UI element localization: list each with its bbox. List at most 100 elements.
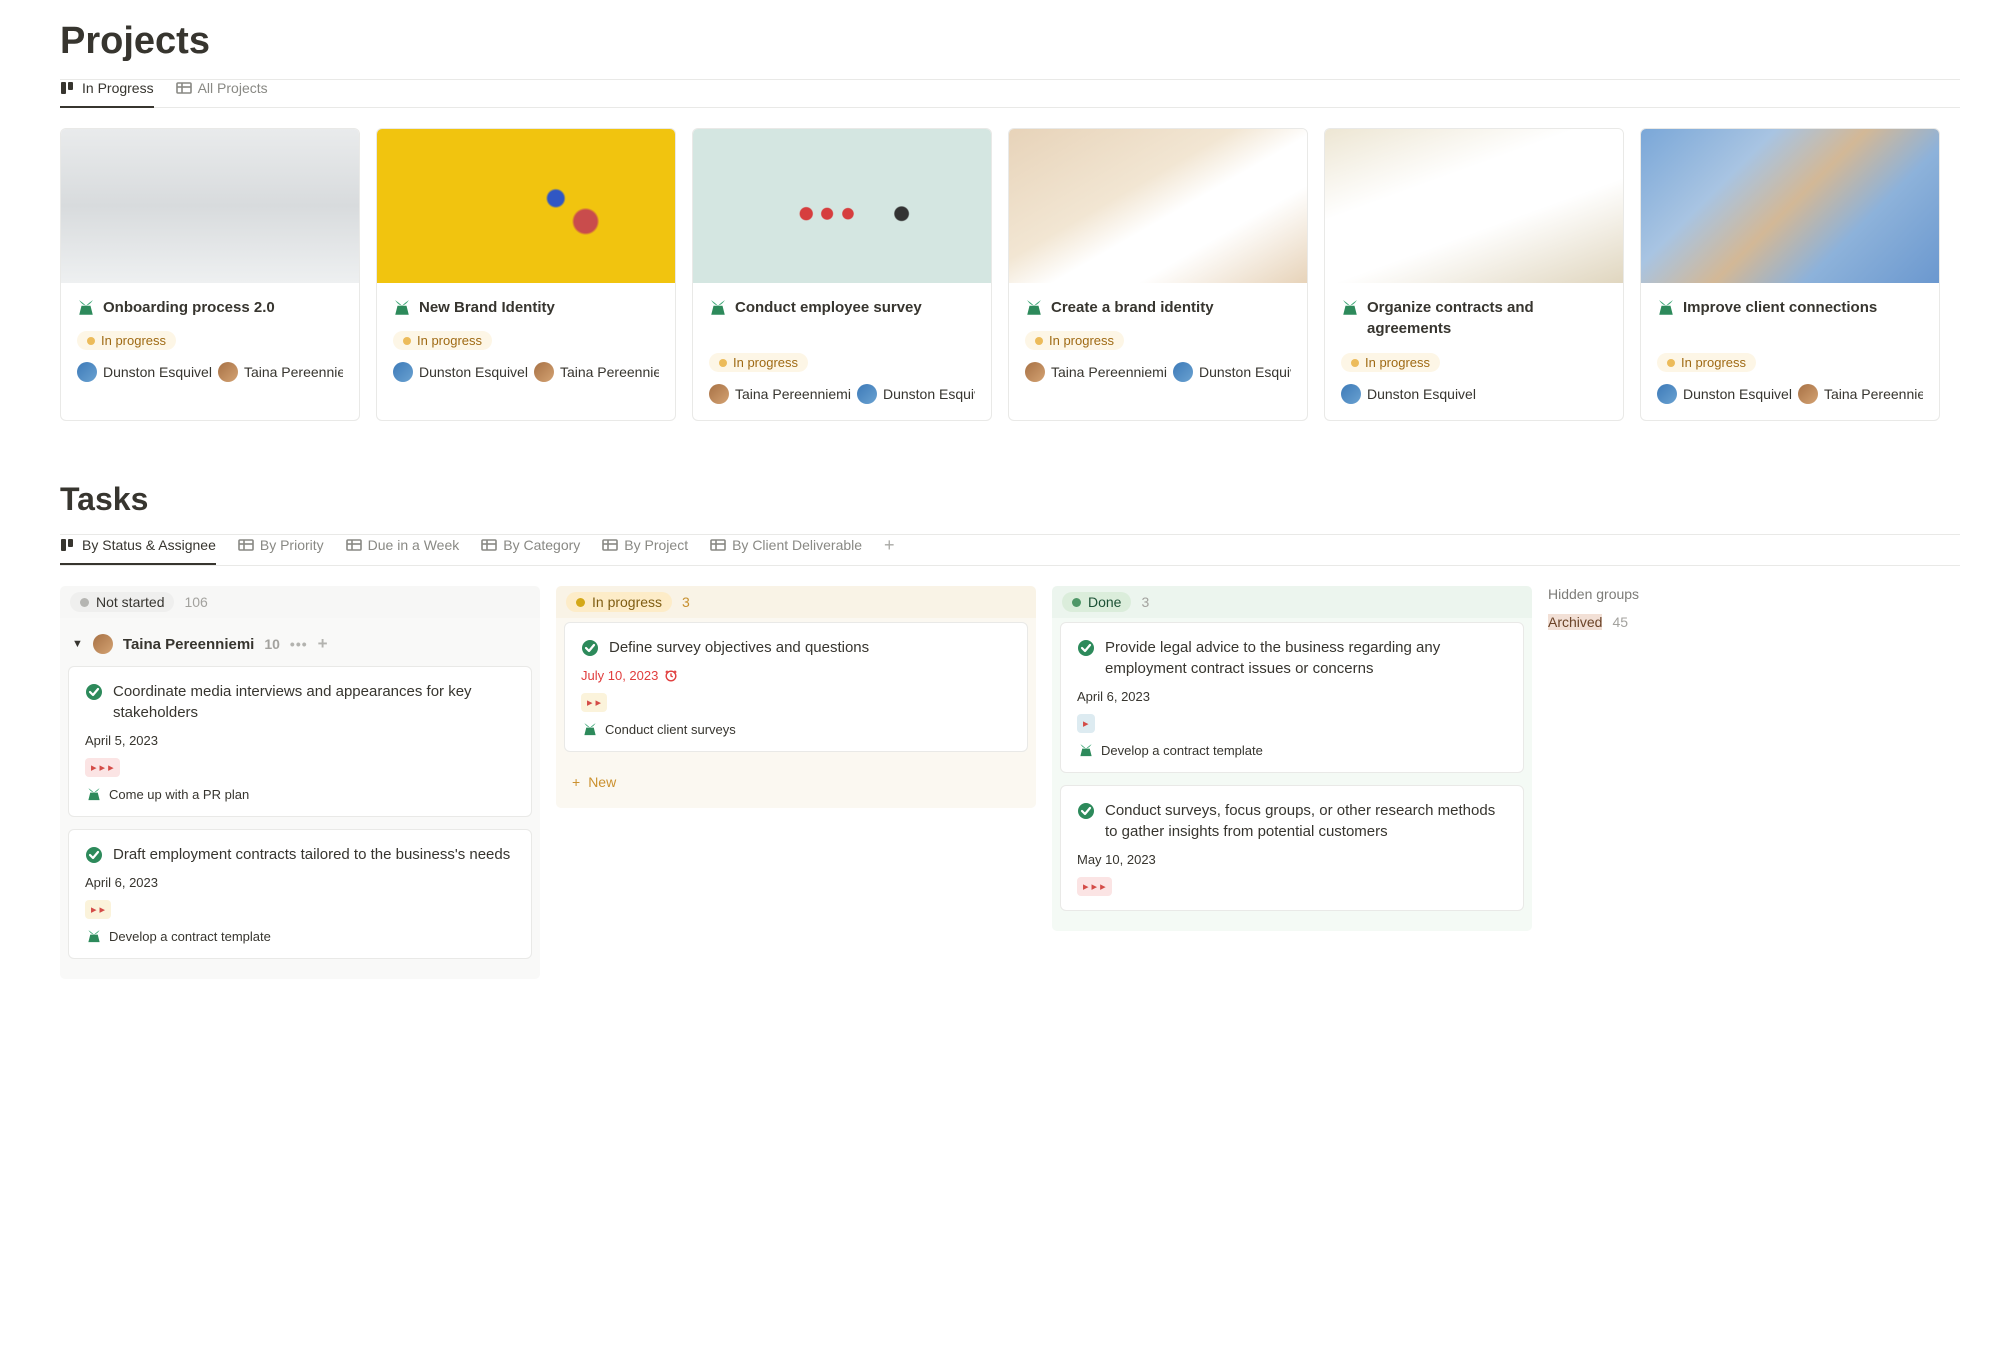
person-name: Taina Pereenniemi bbox=[1051, 364, 1167, 380]
tab-by-category[interactable]: By Category bbox=[481, 537, 580, 565]
board-icon bbox=[60, 80, 76, 96]
relation-row[interactable]: Develop a contract template bbox=[1077, 743, 1507, 758]
tab-label: In Progress bbox=[82, 80, 154, 96]
people-row: Taina Pereenniemi Dunston Esquivel bbox=[709, 384, 975, 404]
project-icon bbox=[1341, 299, 1359, 317]
tab-label: By Client Deliverable bbox=[732, 537, 862, 553]
tab-all-projects[interactable]: All Projects bbox=[176, 80, 268, 108]
status-pill-done: Done bbox=[1062, 592, 1131, 612]
task-date: April 5, 2023 bbox=[85, 733, 515, 748]
table-icon bbox=[602, 537, 618, 553]
avatar bbox=[1025, 362, 1045, 382]
status-label: In progress bbox=[1681, 355, 1746, 370]
status-dot bbox=[87, 337, 95, 345]
tab-by-status-assignee[interactable]: By Status & Assignee bbox=[60, 537, 216, 565]
task-title: Draft employment contracts tailored to t… bbox=[113, 844, 510, 865]
status-label: In progress bbox=[592, 594, 662, 610]
relation-row[interactable]: Conduct client surveys bbox=[581, 722, 1011, 737]
project-card[interactable]: Onboarding process 2.0In progressDunston… bbox=[60, 128, 360, 421]
avatar bbox=[1173, 362, 1193, 382]
add-icon[interactable]: + bbox=[318, 634, 328, 654]
projects-tabs: In Progress All Projects bbox=[60, 80, 1960, 108]
project-icon bbox=[85, 787, 103, 802]
card-cover bbox=[1325, 129, 1623, 283]
task-title: Conduct surveys, focus groups, or other … bbox=[1105, 800, 1507, 842]
check-icon bbox=[85, 846, 103, 864]
tab-label: All Projects bbox=[198, 80, 268, 96]
status-label: In progress bbox=[417, 333, 482, 348]
add-view-button[interactable]: + bbox=[884, 535, 895, 564]
tab-by-project[interactable]: By Project bbox=[602, 537, 688, 565]
column-header[interactable]: In progress 3 bbox=[556, 586, 1036, 618]
group-count: 10 bbox=[264, 636, 280, 652]
relation-row[interactable]: Come up with a PR plan bbox=[85, 787, 515, 802]
flag-icon: ▸ bbox=[1083, 717, 1089, 730]
card-title-row: Conduct employee survey bbox=[709, 297, 975, 341]
card-cover bbox=[1641, 129, 1939, 283]
collapse-toggle-icon[interactable]: ▼ bbox=[72, 638, 83, 650]
check-icon bbox=[1077, 639, 1095, 657]
priority-flags: ▸▸▸ bbox=[1077, 877, 1112, 896]
status-dot bbox=[403, 337, 411, 345]
archived-pill[interactable]: Archived bbox=[1548, 614, 1602, 630]
task-card[interactable]: Draft employment contracts tailored to t… bbox=[68, 829, 532, 959]
task-date: April 6, 2023 bbox=[85, 875, 515, 890]
column-count: 3 bbox=[1141, 594, 1149, 610]
column-header[interactable]: Done 3 bbox=[1052, 586, 1532, 618]
flag-icon: ▸ bbox=[1083, 880, 1089, 893]
relation-label: Come up with a PR plan bbox=[109, 787, 249, 802]
status-pill: In progress bbox=[77, 331, 176, 350]
column-count: 106 bbox=[184, 594, 207, 610]
task-card[interactable]: Provide legal advice to the business reg… bbox=[1060, 622, 1524, 773]
status-dot bbox=[1035, 337, 1043, 345]
project-card[interactable]: Conduct employee survey In progress Taina … bbox=[692, 128, 992, 421]
task-board: Not started 106 ▼ Taina Pereenniemi 10 •… bbox=[60, 586, 1960, 979]
project-card[interactable]: Create a brand identity In progress Taina … bbox=[1008, 128, 1308, 421]
archived-count: 45 bbox=[1612, 614, 1628, 630]
new-card-button[interactable]: + New bbox=[564, 764, 1028, 800]
tab-by-client-deliverable[interactable]: By Client Deliverable bbox=[710, 537, 862, 565]
project-card[interactable]: New Brand IdentityIn progressDunston Esq… bbox=[376, 128, 676, 421]
people-row: Dunston Esquivel Taina Pereenniemi bbox=[1657, 384, 1923, 404]
column-in-progress: In progress 3 Define survey objectives a… bbox=[556, 586, 1036, 808]
column-header[interactable]: Not started 106 bbox=[60, 586, 540, 618]
tab-in-progress[interactable]: In Progress bbox=[60, 80, 154, 108]
card-title-row: Create a brand identity bbox=[1025, 297, 1291, 319]
card-title: Create a brand identity bbox=[1051, 297, 1214, 318]
tasks-tabs: By Status & Assignee By Priority Due in a … bbox=[60, 535, 1960, 566]
plus-icon: + bbox=[572, 774, 580, 790]
more-icon[interactable]: ••• bbox=[290, 636, 308, 652]
card-cover bbox=[377, 129, 675, 283]
project-icon bbox=[85, 929, 103, 944]
task-card[interactable]: Define survey objectives and questionsJu… bbox=[564, 622, 1028, 752]
task-card[interactable]: Coordinate media interviews and appearan… bbox=[68, 666, 532, 817]
project-card[interactable]: Improve client connections In progress Dun… bbox=[1640, 128, 1940, 421]
project-icon bbox=[581, 722, 599, 737]
person-name: Dunston Esquivel bbox=[1199, 364, 1291, 380]
project-icon bbox=[1657, 299, 1675, 317]
status-pill: In progress bbox=[1025, 331, 1124, 350]
status-pill: In progress bbox=[393, 331, 492, 350]
status-dot bbox=[1072, 598, 1081, 607]
relation-row[interactable]: Develop a contract template bbox=[85, 929, 515, 944]
card-cover bbox=[1009, 129, 1307, 283]
tab-by-priority[interactable]: By Priority bbox=[238, 537, 324, 565]
card-title-row: Onboarding process 2.0 bbox=[77, 297, 343, 319]
table-icon bbox=[238, 537, 254, 553]
task-card[interactable]: Conduct surveys, focus groups, or other … bbox=[1060, 785, 1524, 911]
tab-label: By Priority bbox=[260, 537, 324, 553]
status-dot bbox=[719, 359, 727, 367]
relation-label: Conduct client surveys bbox=[605, 722, 736, 737]
tab-due-in-a-week[interactable]: Due in a Week bbox=[346, 537, 460, 565]
avatar bbox=[534, 362, 554, 382]
avatar bbox=[709, 384, 729, 404]
task-title: Coordinate media interviews and appearan… bbox=[113, 681, 515, 723]
card-cover bbox=[693, 129, 991, 283]
project-card[interactable]: Organize contracts and agreementsIn prog… bbox=[1324, 128, 1624, 421]
status-label: In progress bbox=[733, 355, 798, 370]
group-header[interactable]: ▼ Taina Pereenniemi 10 ••• + bbox=[68, 622, 532, 666]
status-pill: In progress bbox=[1657, 353, 1756, 372]
task-title: Provide legal advice to the business reg… bbox=[1105, 637, 1507, 679]
flag-icon: ▸ bbox=[596, 696, 602, 709]
card-title: Improve client connections bbox=[1683, 297, 1877, 318]
